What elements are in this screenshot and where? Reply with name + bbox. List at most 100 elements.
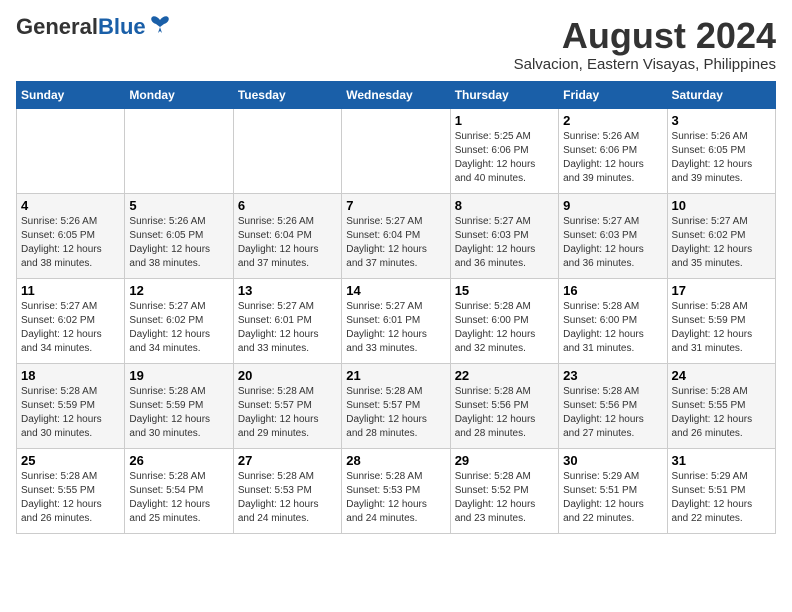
- day-number: 8: [455, 198, 554, 213]
- calendar-table: SundayMondayTuesdayWednesdayThursdayFrid…: [16, 81, 776, 534]
- day-info: Sunrise: 5:28 AMSunset: 5:59 PMDaylight:…: [21, 385, 120, 441]
- day-info: Sunrise: 5:27 AMSunset: 6:02 PMDaylight:…: [129, 300, 228, 356]
- calendar-cell: 8 Sunrise: 5:27 AMSunset: 6:03 PMDaylight…: [450, 193, 558, 278]
- calendar-cell: 11Sunrise: 5:27 AMSunset: 6:02 PMDayligh…: [17, 278, 125, 363]
- day-info: Sunrise: 5:28 AMSunset: 6:00 PMDaylight:…: [563, 300, 662, 356]
- day-number: 5: [129, 198, 228, 213]
- day-number: 23: [563, 368, 662, 383]
- day-info: Sunrise: 5:28 AMSunset: 5:53 PMDaylight:…: [238, 470, 337, 526]
- day-info: Sunrise: 5:27 AMSunset: 6:01 PMDaylight:…: [238, 300, 337, 356]
- day-number: 14: [346, 283, 445, 298]
- day-info: Sunrise: 5:28 AMSunset: 5:52 PMDaylight:…: [455, 470, 554, 526]
- day-number: 26: [129, 453, 228, 468]
- day-number: 25: [21, 453, 120, 468]
- day-number: 28: [346, 453, 445, 468]
- calendar-cell: 16 Sunrise: 5:28 AMSunset: 6:00 PMDayligh…: [559, 278, 667, 363]
- day-number: 7: [346, 198, 445, 213]
- day-number: 19: [129, 368, 228, 383]
- calendar-cell: 7 Sunrise: 5:27 AMSunset: 6:04 PMDaylight…: [342, 193, 450, 278]
- day-info: Sunrise: 5:27 AMSunset: 6:03 PMDaylight:…: [455, 215, 554, 271]
- weekday-header-sunday: Sunday: [17, 81, 125, 108]
- calendar-cell: 17 Sunrise: 5:28 AMSunset: 5:59 PMDayligh…: [667, 278, 775, 363]
- day-info: Sunrise: 5:28 AMSunset: 5:53 PMDaylight:…: [346, 470, 445, 526]
- title-block: August 2024 Salvacion, Eastern Visayas, …: [514, 16, 776, 73]
- day-number: 1: [455, 113, 554, 128]
- day-info: Sunrise: 5:27 AMSunset: 6:03 PMDaylight:…: [563, 215, 662, 271]
- calendar-cell: 18 Sunrise: 5:28 AMSunset: 5:59 PMDayligh…: [17, 363, 125, 448]
- calendar-cell: 2 Sunrise: 5:26 AMSunset: 6:06 PMDaylight…: [559, 108, 667, 193]
- weekday-header-monday: Monday: [125, 81, 233, 108]
- day-number: 3: [672, 113, 771, 128]
- calendar-cell: 22Sunrise: 5:28 AMSunset: 5:56 PMDayligh…: [450, 363, 558, 448]
- calendar-cell: 12 Sunrise: 5:27 AMSunset: 6:02 PMDayligh…: [125, 278, 233, 363]
- day-info: Sunrise: 5:27 AMSunset: 6:02 PMDaylight:…: [672, 215, 771, 271]
- day-info: Sunrise: 5:28 AMSunset: 5:54 PMDaylight:…: [129, 470, 228, 526]
- calendar-cell: 1 Sunrise: 5:25 AMSunset: 6:06 PMDaylight…: [450, 108, 558, 193]
- day-info: Sunrise: 5:28 AMSunset: 5:56 PMDaylight:…: [563, 385, 662, 441]
- day-info: Sunrise: 5:27 AMSunset: 6:02 PMDaylight:…: [21, 300, 120, 356]
- bird-icon: [148, 15, 172, 35]
- day-number: 31: [672, 453, 771, 468]
- calendar-cell: [125, 108, 233, 193]
- day-number: 16: [563, 283, 662, 298]
- day-number: 18: [21, 368, 120, 383]
- calendar-cell: 31 Sunrise: 5:29 AMSunset: 5:51 PMDayligh…: [667, 448, 775, 533]
- day-info: Sunrise: 5:28 AMSunset: 5:59 PMDaylight:…: [129, 385, 228, 441]
- day-info: Sunrise: 5:26 AMSunset: 6:05 PMDaylight:…: [129, 215, 228, 271]
- day-number: 9: [563, 198, 662, 213]
- day-info: Sunrise: 5:26 AMSunset: 6:04 PMDaylight:…: [238, 215, 337, 271]
- calendar-cell: 10Sunrise: 5:27 AMSunset: 6:02 PMDayligh…: [667, 193, 775, 278]
- day-number: 2: [563, 113, 662, 128]
- day-number: 15: [455, 283, 554, 298]
- page-header: GeneralBlue August 2024 Salvacion, Easte…: [16, 16, 776, 73]
- calendar-cell: 13 Sunrise: 5:27 AMSunset: 6:01 PMDayligh…: [233, 278, 341, 363]
- month-year: August 2024: [514, 16, 776, 56]
- logo-general: General: [16, 14, 98, 39]
- day-number: 12: [129, 283, 228, 298]
- weekday-header-wednesday: Wednesday: [342, 81, 450, 108]
- day-number: 4: [21, 198, 120, 213]
- day-info: Sunrise: 5:28 AMSunset: 6:00 PMDaylight:…: [455, 300, 554, 356]
- weekday-header-saturday: Saturday: [667, 81, 775, 108]
- logo: GeneralBlue: [16, 16, 172, 38]
- day-number: 29: [455, 453, 554, 468]
- day-info: Sunrise: 5:27 AMSunset: 6:04 PMDaylight:…: [346, 215, 445, 271]
- calendar-cell: 14 Sunrise: 5:27 AMSunset: 6:01 PMDayligh…: [342, 278, 450, 363]
- calendar-cell: 24Sunrise: 5:28 AMSunset: 5:55 PMDayligh…: [667, 363, 775, 448]
- calendar-cell: 25 Sunrise: 5:28 AMSunset: 5:55 PMDayligh…: [17, 448, 125, 533]
- calendar-cell: [233, 108, 341, 193]
- day-info: Sunrise: 5:28 AMSunset: 5:55 PMDaylight:…: [21, 470, 120, 526]
- calendar-cell: 29 Sunrise: 5:28 AMSunset: 5:52 PMDayligh…: [450, 448, 558, 533]
- day-info: Sunrise: 5:29 AMSunset: 5:51 PMDaylight:…: [672, 470, 771, 526]
- calendar-cell: 21Sunrise: 5:28 AMSunset: 5:57 PMDayligh…: [342, 363, 450, 448]
- calendar-cell: 26 Sunrise: 5:28 AMSunset: 5:54 PMDayligh…: [125, 448, 233, 533]
- day-info: Sunrise: 5:28 AMSunset: 5:55 PMDaylight:…: [672, 385, 771, 441]
- day-info: Sunrise: 5:26 AMSunset: 6:05 PMDaylight:…: [672, 130, 771, 186]
- calendar-cell: 27 Sunrise: 5:28 AMSunset: 5:53 PMDayligh…: [233, 448, 341, 533]
- day-number: 13: [238, 283, 337, 298]
- calendar-cell: 4 Sunrise: 5:26 AMSunset: 6:05 PMDaylight…: [17, 193, 125, 278]
- weekday-header-friday: Friday: [559, 81, 667, 108]
- weekday-header-thursday: Thursday: [450, 81, 558, 108]
- weekday-header-tuesday: Tuesday: [233, 81, 341, 108]
- calendar-cell: 28 Sunrise: 5:28 AMSunset: 5:53 PMDayligh…: [342, 448, 450, 533]
- day-info: Sunrise: 5:27 AMSunset: 6:01 PMDaylight:…: [346, 300, 445, 356]
- day-number: 27: [238, 453, 337, 468]
- day-info: Sunrise: 5:29 AMSunset: 5:51 PMDaylight:…: [563, 470, 662, 526]
- day-info: Sunrise: 5:26 AMSunset: 6:05 PMDaylight:…: [21, 215, 120, 271]
- calendar-cell: 23 Sunrise: 5:28 AMSunset: 5:56 PMDayligh…: [559, 363, 667, 448]
- day-number: 30: [563, 453, 662, 468]
- calendar-cell: 30 Sunrise: 5:29 AMSunset: 5:51 PMDayligh…: [559, 448, 667, 533]
- day-number: 17: [672, 283, 771, 298]
- day-info: Sunrise: 5:28 AMSunset: 5:56 PMDaylight:…: [455, 385, 554, 441]
- day-info: Sunrise: 5:28 AMSunset: 5:57 PMDaylight:…: [346, 385, 445, 441]
- calendar-cell: 3 Sunrise: 5:26 AMSunset: 6:05 PMDaylight…: [667, 108, 775, 193]
- calendar-cell: 19 Sunrise: 5:28 AMSunset: 5:59 PMDayligh…: [125, 363, 233, 448]
- day-number: 20: [238, 368, 337, 383]
- logo-blue: Blue: [98, 14, 146, 39]
- calendar-cell: 20Sunrise: 5:28 AMSunset: 5:57 PMDayligh…: [233, 363, 341, 448]
- calendar-cell: 6Sunrise: 5:26 AMSunset: 6:04 PMDaylight…: [233, 193, 341, 278]
- day-info: Sunrise: 5:28 AMSunset: 5:59 PMDaylight:…: [672, 300, 771, 356]
- day-info: Sunrise: 5:26 AMSunset: 6:06 PMDaylight:…: [563, 130, 662, 186]
- day-info: Sunrise: 5:25 AMSunset: 6:06 PMDaylight:…: [455, 130, 554, 186]
